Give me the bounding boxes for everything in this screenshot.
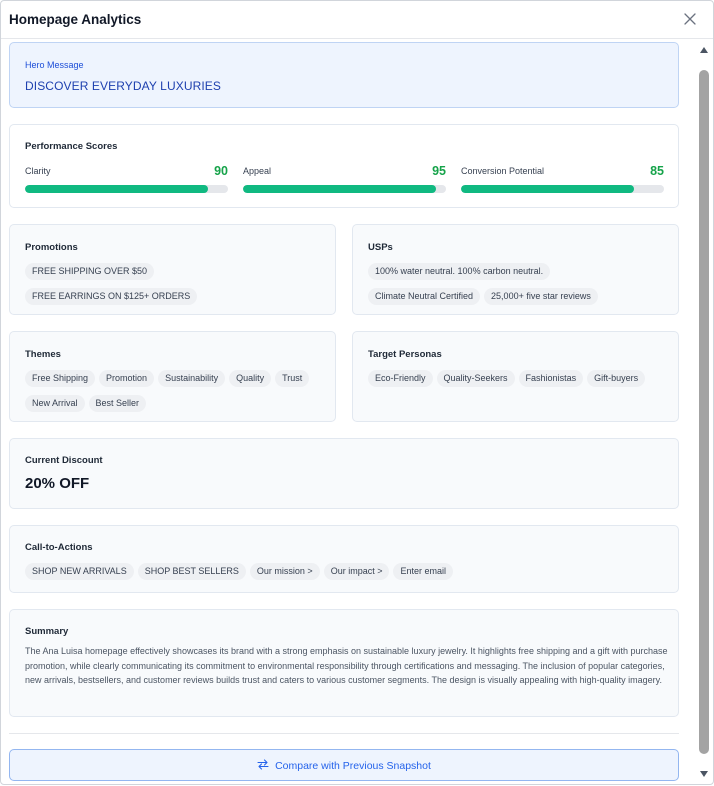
call-to-actions-card: Call-to-Actions SHOP NEW ARRIVALS SHOP BE… <box>9 525 679 593</box>
progress-bar-track <box>243 185 446 193</box>
tag-chip: New Arrival <box>25 395 85 412</box>
analytics-dialog: Homepage Analytics Hero Message DISCOVER… <box>0 0 714 785</box>
target-personas-title: Target Personas <box>368 349 442 360</box>
metric-clarity: Clarity 90 <box>25 164 228 194</box>
hero-message-label: Hero Message <box>25 60 84 70</box>
compare-button-content: Compare with Previous Snapshot <box>10 759 678 773</box>
current-discount-card: Current Discount 20% OFF <box>9 438 679 509</box>
metric-label: Conversion Potential <box>461 166 545 176</box>
hero-message-text: DISCOVER EVERYDAY LUXURIES <box>25 79 221 93</box>
tag-chip: Our impact > <box>323 563 390 580</box>
tag-chip: FREE EARRINGS ON $125+ ORDERS <box>25 288 198 305</box>
summary-card: Summary The Ana Luisa homepage effective… <box>9 609 679 717</box>
close-icon[interactable] <box>683 12 697 26</box>
themes-card: Themes Free Shipping Promotion Sustainabil… <box>9 331 336 422</box>
swap-arrows-icon <box>257 759 269 773</box>
tag-chip: Enter email <box>393 563 454 580</box>
tag-chip: Gift-buyers <box>587 370 646 387</box>
usps-chips: 100% water neutral. 100% carbon neutral.… <box>368 261 668 311</box>
promotions-card: Promotions FREE SHIPPING OVER $50 FREE EA… <box>9 224 336 315</box>
tag-chip: 100% water neutral. 100% carbon neutral. <box>368 263 551 280</box>
call-to-actions-title: Call-to-Actions <box>25 542 93 553</box>
current-discount-value: 20% OFF <box>25 475 90 492</box>
metric-value: 85 <box>650 164 664 178</box>
tag-chip: Quality <box>229 370 272 387</box>
tag-chip: Trust <box>275 370 310 387</box>
current-discount-title: Current Discount <box>25 455 103 466</box>
performance-scores-card: Performance Scores Clarity 90 Appeal 95 … <box>9 124 679 208</box>
tag-chip: Free Shipping <box>25 370 96 387</box>
summary-title: Summary <box>25 626 69 637</box>
promotions-chips: FREE SHIPPING OVER $50 FREE EARRINGS ON $… <box>25 261 325 311</box>
dialog-header: Homepage Analytics <box>1 1 713 39</box>
metric-label: Appeal <box>243 166 272 176</box>
summary-text: The Ana Luisa homepage effectively showc… <box>25 646 668 686</box>
target-personas-card: Target Personas Eco-Friendly Quality-Seek… <box>352 331 679 422</box>
cta-chips: SHOP NEW ARRIVALS SHOP BEST SELLERS Our mi… <box>25 561 668 586</box>
metric-value: 95 <box>432 164 446 178</box>
progress-bar-fill <box>25 185 208 193</box>
tag-chip: Promotion <box>99 370 155 387</box>
tag-chip: Quality-Seekers <box>436 370 515 387</box>
compare-button-label: Compare with Previous Snapshot <box>275 759 431 772</box>
progress-bar-fill <box>461 185 634 193</box>
metric-value: 90 <box>214 164 228 178</box>
tag-chip: FREE SHIPPING OVER $50 <box>25 263 155 280</box>
scrollbar-thumb[interactable] <box>699 70 709 754</box>
metric-conversion-potential: Conversion Potential 85 <box>461 164 664 194</box>
themes-title: Themes <box>25 349 61 360</box>
tag-chip: Fashionistas <box>518 370 584 387</box>
dialog-title: Homepage Analytics <box>9 12 142 27</box>
hero-message-card: Hero Message DISCOVER EVERYDAY LUXURIES <box>9 42 679 108</box>
progress-bar-fill <box>243 185 436 193</box>
metric-label: Clarity <box>25 166 51 176</box>
scroll-down-arrow-icon[interactable] <box>700 771 708 777</box>
scroll-up-arrow-icon[interactable] <box>700 47 708 53</box>
tag-chip: 25,000+ five star reviews <box>484 288 598 305</box>
tag-chip: SHOP NEW ARRIVALS <box>25 563 134 580</box>
usps-card: USPs 100% water neutral. 100% carbon neu… <box>352 224 679 315</box>
metric-appeal: Appeal 95 <box>243 164 446 194</box>
scroll-content[interactable]: Hero Message DISCOVER EVERYDAY LUXURIES … <box>1 40 695 730</box>
personas-chips: Eco-Friendly Quality-Seekers Fashionistas G… <box>368 368 668 393</box>
performance-scores-title: Performance Scores <box>25 141 118 152</box>
progress-bar-track <box>461 185 664 193</box>
tag-chip: Climate Neutral Certified <box>368 288 481 305</box>
usps-title: USPs <box>368 242 393 253</box>
tag-chip: Eco-Friendly <box>368 370 433 387</box>
promotions-title: Promotions <box>25 242 78 253</box>
tag-chip: SHOP BEST SELLERS <box>137 563 246 580</box>
compare-snapshot-button[interactable]: Compare with Previous Snapshot <box>9 749 679 781</box>
tag-chip: Sustainability <box>158 370 226 387</box>
progress-bar-track <box>25 185 228 193</box>
tag-chip: Our mission > <box>249 563 320 580</box>
tag-chip: Best Seller <box>88 395 147 412</box>
footer-divider <box>9 733 679 734</box>
vertical-scrollbar[interactable] <box>697 41 711 786</box>
themes-chips: Free Shipping Promotion Sustainability Qual… <box>25 368 325 418</box>
